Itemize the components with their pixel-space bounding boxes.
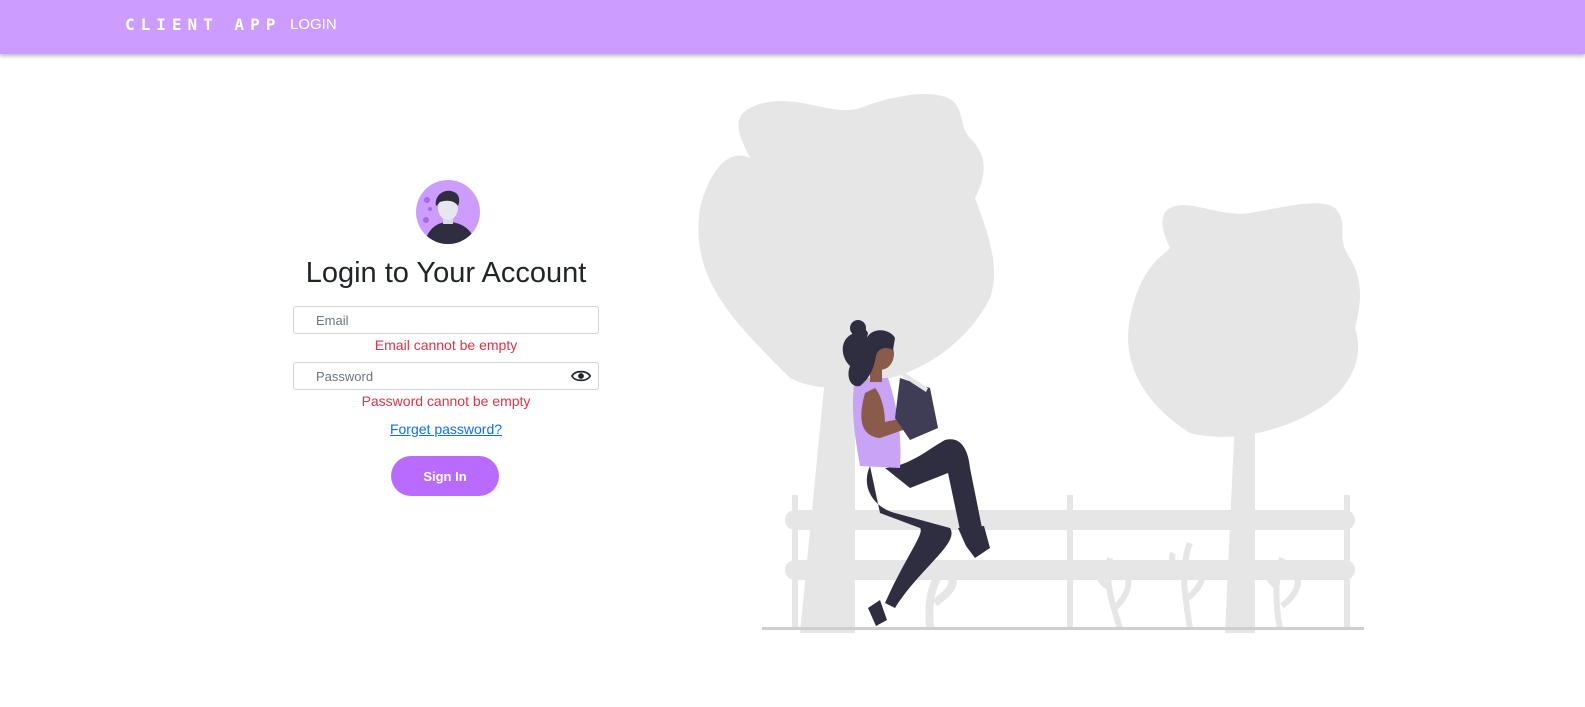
brand-link[interactable]: CLIENT APP — [125, 15, 281, 34]
page-title: Login to Your Account — [305, 257, 587, 289]
sign-in-button[interactable]: Sign In — [391, 456, 499, 496]
password-error-text: Password cannot be empty — [361, 393, 531, 409]
top-navbar: CLIENT APP LOGIN — [0, 0, 1585, 54]
nav-login-link[interactable]: LOGIN — [290, 16, 337, 33]
password-field-wrapper — [293, 362, 599, 390]
email-field-wrapper — [293, 306, 599, 334]
password-field[interactable] — [309, 363, 583, 389]
forgot-password-link[interactable]: Forget password? — [293, 421, 599, 437]
eye-icon[interactable] — [571, 367, 591, 385]
email-field[interactable] — [309, 307, 583, 333]
user-avatar-icon — [416, 180, 480, 244]
woman-reading-on-fence-illustration — [698, 93, 1364, 633]
email-error-text: Email cannot be empty — [374, 337, 518, 353]
